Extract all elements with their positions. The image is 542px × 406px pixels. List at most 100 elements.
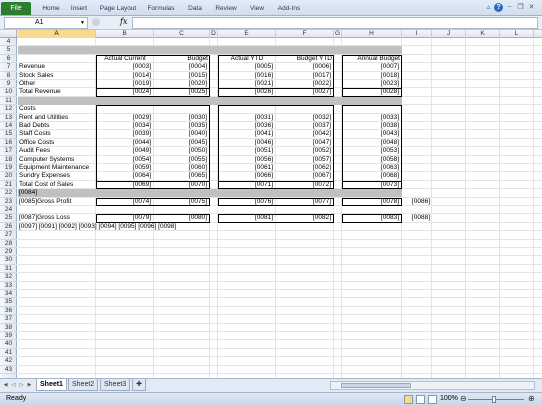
row-header-28[interactable]: 28 (0, 240, 17, 248)
ribbon-minimize-icon[interactable]: ▵ (484, 3, 493, 12)
costs-row-value[interactable]: [0042] (276, 130, 331, 138)
page-break-view-icon[interactable] (428, 395, 437, 404)
costs-row-value[interactable]: [0052] (276, 147, 331, 155)
costs-row-value[interactable]: [0037] (276, 122, 331, 130)
costs-row-value[interactable]: [0032] (276, 114, 331, 122)
costs-row-value[interactable]: [0046] (218, 139, 273, 147)
tab-add-ins[interactable]: Add-Ins (274, 2, 304, 15)
row-header-10[interactable]: 10 (0, 88, 17, 97)
row-header-26[interactable]: 26 (0, 223, 17, 232)
row-header-40[interactable]: 40 (0, 340, 17, 349)
tab-sheet3[interactable]: Sheet3 (100, 379, 131, 391)
tab-page-layout[interactable]: Page Layout (98, 2, 138, 15)
column-header-b[interactable]: B (96, 30, 154, 38)
costs-row-value[interactable]: [0072] (276, 181, 331, 189)
row-header-5[interactable]: 5 (0, 46, 17, 55)
tab-data[interactable]: Data (184, 2, 206, 15)
cell-area[interactable]: Actual Current Budget Actual YTD Budget YTD… (18, 38, 542, 378)
revenue-row-value[interactable]: [0020] (154, 80, 207, 88)
column-header-g[interactable]: G (334, 30, 342, 38)
chevron-down-icon[interactable]: ▼ (80, 18, 85, 28)
revenue-row-value[interactable]: [0022] (276, 80, 331, 88)
row-header-23[interactable]: 23 (0, 198, 17, 206)
minimize-icon[interactable]: − (505, 3, 514, 12)
costs-row-value[interactable]: [0036] (218, 122, 273, 130)
column-header-a[interactable]: A (18, 30, 96, 38)
tab-view[interactable]: View (246, 2, 268, 15)
column-header-j[interactable]: J (432, 30, 466, 38)
gross-profit-value[interactable]: [0078] (342, 198, 399, 206)
zoom-out-icon[interactable]: ⊖ (460, 394, 467, 403)
column-header-c[interactable]: C (154, 30, 210, 38)
select-all-corner[interactable] (0, 30, 17, 38)
row-header-39[interactable]: 39 (0, 332, 17, 341)
costs-row-value[interactable]: [0029] (96, 114, 151, 122)
row-header-4[interactable]: 4 (0, 38, 17, 47)
column-header-e[interactable]: E (218, 30, 276, 38)
row-header-18[interactable]: 18 (0, 156, 17, 164)
row-header-14[interactable]: 14 (0, 122, 17, 131)
column-header-k[interactable]: K (466, 30, 500, 38)
costs-row-value[interactable]: [0057] (276, 156, 331, 164)
column-header-i[interactable]: I (402, 30, 432, 38)
revenue-row-value[interactable]: [0015] (154, 72, 207, 80)
help-icon[interactable]: ? (494, 3, 503, 12)
prev-sheet-icon[interactable]: ◁ (10, 382, 17, 389)
revenue-row-value[interactable]: [0023] (342, 80, 399, 88)
costs-row-value[interactable]: [0054] (96, 156, 151, 164)
revenue-row-value[interactable]: [0003] (96, 63, 151, 71)
tab-sheet1[interactable]: Sheet1 (36, 379, 67, 391)
row-header-16[interactable]: 16 (0, 139, 17, 148)
revenue-row-value[interactable]: [0024] (96, 88, 151, 96)
close-icon[interactable]: ✕ (527, 3, 536, 12)
row-header-34[interactable]: 34 (0, 290, 17, 299)
gross-profit-value[interactable]: [0075] (154, 198, 207, 206)
tab-formulas[interactable]: Formulas (144, 2, 178, 15)
costs-row-value[interactable]: [0064] (96, 172, 151, 180)
costs-row-value[interactable]: [0069] (96, 181, 151, 189)
revenue-row-value[interactable]: [0004] (154, 63, 207, 71)
row-header-24[interactable]: 24 (0, 206, 17, 215)
costs-row-value[interactable]: [0030] (154, 114, 207, 122)
costs-row-value[interactable]: [0058] (342, 156, 399, 164)
gross-profit-value[interactable]: [0076] (218, 198, 273, 206)
first-sheet-icon[interactable]: ◀ (2, 382, 9, 389)
next-sheet-icon[interactable]: ▷ (18, 382, 25, 389)
revenue-row-value[interactable]: [0026] (218, 88, 273, 96)
costs-row-value[interactable]: [0067] (276, 172, 331, 180)
row-header-43[interactable]: 43 (0, 366, 17, 374)
costs-row-value[interactable]: [0045] (154, 139, 207, 147)
revenue-row-value[interactable]: [0019] (96, 80, 151, 88)
gross-loss-value[interactable]: [0081] (218, 214, 273, 222)
tab-review[interactable]: Review (212, 2, 240, 15)
costs-row-value[interactable]: [0055] (154, 156, 207, 164)
gross-profit-value[interactable]: [0074] (96, 198, 151, 206)
revenue-row-value[interactable]: [0025] (154, 88, 207, 96)
gross-loss-value[interactable]: [0080] (154, 214, 207, 222)
revenue-row-value[interactable]: [0014] (96, 72, 151, 80)
zoom-in-icon[interactable]: ⊕ (528, 394, 535, 403)
row-header-41[interactable]: 41 (0, 349, 17, 358)
horizontal-scrollbar[interactable] (330, 381, 535, 390)
costs-row-value[interactable]: [0050] (154, 147, 207, 155)
row-header-7[interactable]: 7 (0, 63, 17, 72)
costs-row-value[interactable]: [0061] (218, 164, 273, 172)
column-header-l[interactable]: L (500, 30, 534, 38)
file-tab[interactable]: File (1, 2, 31, 15)
row-header-36[interactable]: 36 (0, 307, 17, 316)
costs-row-value[interactable]: [0063] (342, 164, 399, 172)
revenue-row-value[interactable]: [0007] (342, 63, 399, 71)
revenue-row-value[interactable]: [0021] (218, 80, 273, 88)
revenue-row-value[interactable]: [0005] (218, 63, 273, 71)
restore-icon[interactable]: ❐ (516, 3, 525, 12)
gross-loss-value[interactable]: [0082] (276, 214, 331, 222)
row-header-37[interactable]: 37 (0, 315, 17, 324)
costs-row-value[interactable]: [0047] (276, 139, 331, 147)
row-header-9[interactable]: 9 (0, 80, 17, 89)
costs-row-value[interactable]: [0033] (342, 114, 399, 122)
costs-row-value[interactable]: [0060] (154, 164, 207, 172)
revenue-row-value[interactable]: [0017] (276, 72, 331, 80)
row-header-19[interactable]: 19 (0, 164, 17, 173)
costs-row-value[interactable]: [0056] (218, 156, 273, 164)
row-header-31[interactable]: 31 (0, 265, 17, 274)
